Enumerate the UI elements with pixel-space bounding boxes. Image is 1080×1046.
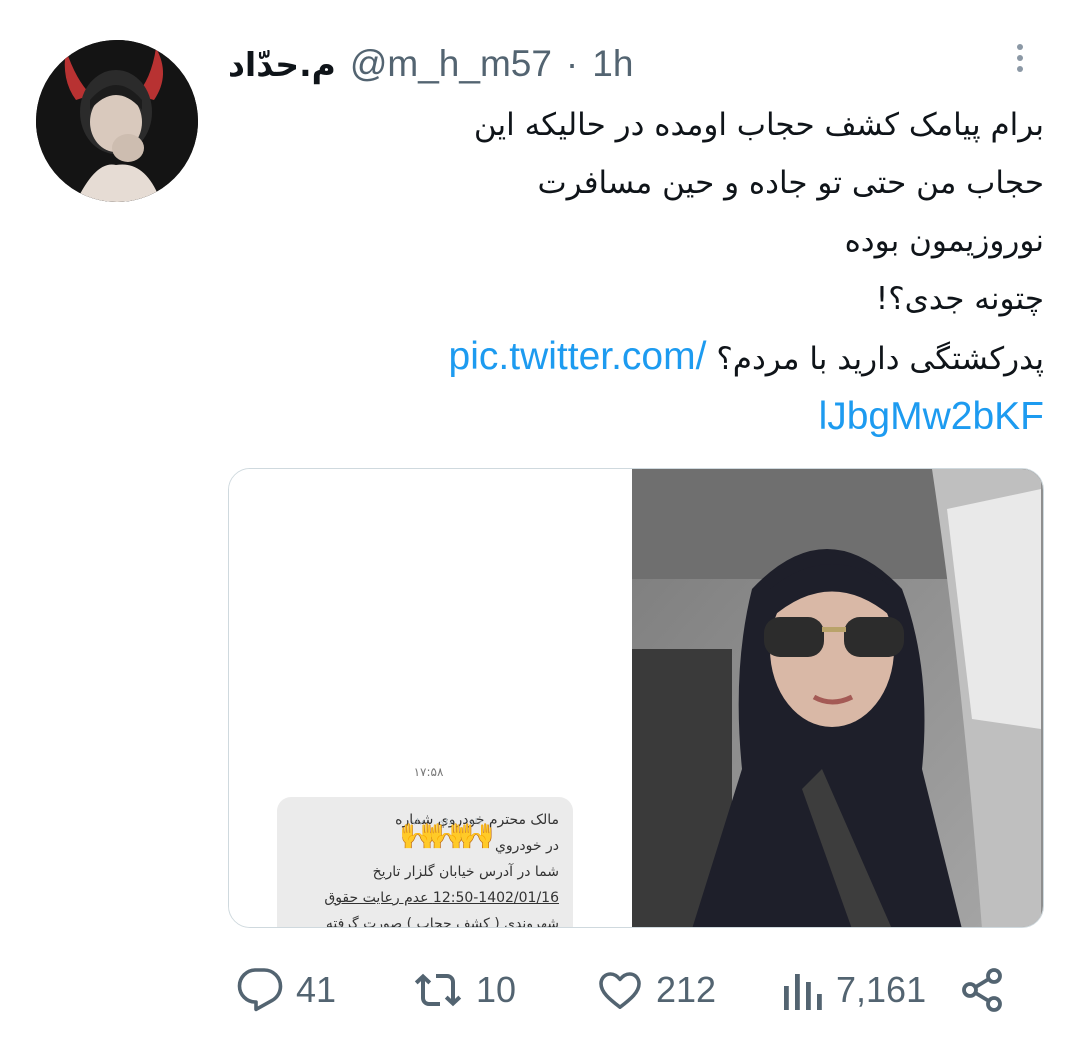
action-bar: 41 10 212 7,161: [228, 960, 1044, 1020]
separator-dot: ·: [565, 43, 579, 84]
retweet-count: 10: [476, 969, 517, 1010]
views-button[interactable]: 7,161: [780, 966, 926, 1014]
tweet-line: پدرکشتگی دارید با مردم؟: [716, 341, 1044, 377]
like-count: 212: [656, 969, 717, 1010]
sms-time: ۱۷:۵۸: [413, 765, 444, 779]
tweet-line-with-link: پدرکشتگی دارید با مردم؟ pic.twitter.com/: [228, 328, 1044, 388]
timestamp[interactable]: 1h: [592, 43, 633, 85]
sms-line: شما در آدرس خيابان گلزار تاريخ: [372, 864, 559, 880]
tweet-header: م.حدّاد @m_h_m57 · 1h: [228, 36, 633, 92]
reply-count: 41: [296, 969, 337, 1010]
user-handle[interactable]: @m_h_m57: [350, 43, 552, 85]
display-name[interactable]: م.حدّاد: [228, 45, 336, 84]
reply-icon: [237, 968, 283, 1012]
share-button[interactable]: [958, 966, 1006, 1014]
avatar[interactable]: [36, 40, 198, 202]
media-link-continued[interactable]: lJbgMw2bKF: [228, 388, 1044, 446]
retweet-icon: [414, 973, 462, 1007]
sms-line: 12:50-1402/01/16 عدم رعايت حقوق: [324, 890, 559, 906]
hands-emoji: 🙌🙌🙌: [399, 817, 495, 852]
tweet-line: نوروزیمون بوده: [844, 223, 1044, 259]
heart-icon: [599, 972, 641, 1009]
tweet-line: حجاب من حتی تو جاده و حین مسافرت: [537, 165, 1044, 201]
views-count: 7,161: [836, 969, 927, 1010]
media-grid: ۱۷:۵۸ مالک محترم خودروي شماره در خودروي …: [228, 468, 1044, 928]
sms-line: شهروندي ( كشف حجاب ) صورت گرفته: [325, 916, 559, 928]
more-icon[interactable]: [1004, 36, 1036, 80]
selfie-photo[interactable]: [632, 469, 1043, 927]
tweet-line: برام پیامک کشف حجاب اومده در حالیکه این: [473, 107, 1044, 143]
like-button[interactable]: 212: [596, 966, 716, 1014]
retweet-button[interactable]: 10: [412, 966, 516, 1014]
views-icon: [784, 974, 822, 1010]
tweet-line: چتونه جدی؟!: [875, 281, 1044, 317]
share-icon: [962, 968, 1002, 1012]
sms-screenshot-image[interactable]: ۱۷:۵۸ مالک محترم خودروي شماره در خودروي …: [229, 469, 632, 927]
tweet-text: برام پیامک کشف حجاب اومده در حالیکه این …: [228, 96, 1044, 446]
reply-button[interactable]: 41: [236, 966, 336, 1014]
media-link[interactable]: pic.twitter.com/: [449, 335, 707, 378]
